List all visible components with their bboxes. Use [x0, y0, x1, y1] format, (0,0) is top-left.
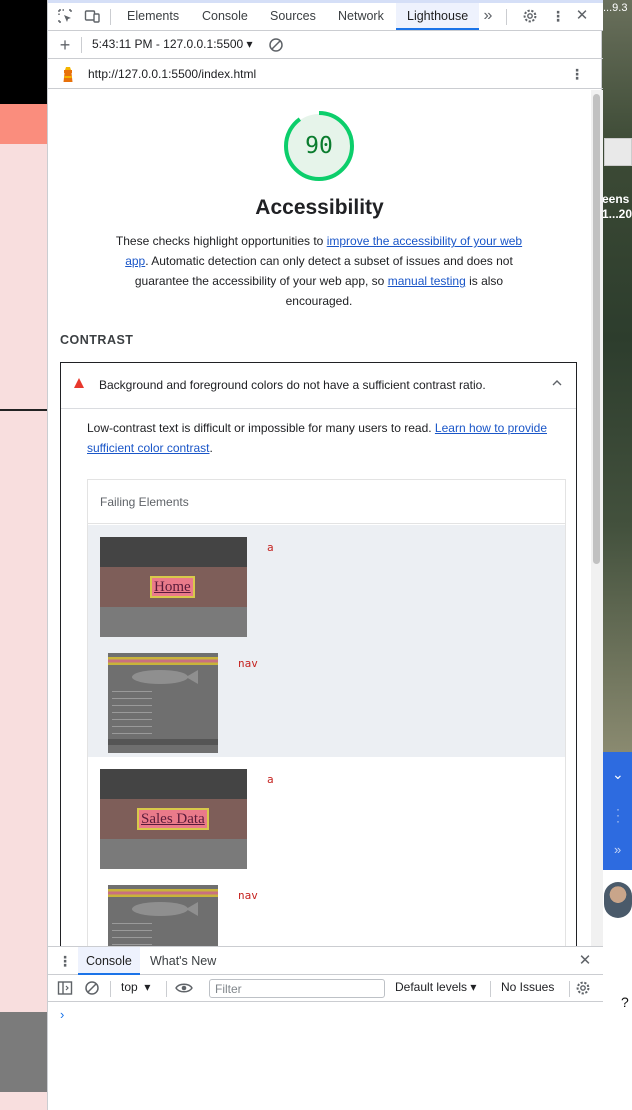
group-title: CONTRAST — [60, 333, 134, 347]
log-levels-dropdown[interactable]: Default levels ▾ — [395, 980, 476, 994]
tab-network[interactable]: Network — [328, 3, 394, 30]
inspect-element-icon[interactable] — [57, 8, 73, 24]
table-header: Failing Elements — [88, 480, 565, 524]
console-drawer: ⋮ Console What's New ✕ top ▾ Filter Defa… — [48, 946, 603, 1110]
nav-screenshot — [108, 885, 218, 946]
category-title: Accessibility — [255, 196, 384, 219]
tab-lighthouse[interactable]: Lighthouse — [396, 3, 480, 30]
settings-gear-icon[interactable] — [522, 8, 538, 24]
audit-header[interactable]: Background and foreground colors do not … — [61, 363, 576, 409]
page-divider — [0, 409, 47, 411]
toolbar-divider — [81, 37, 82, 53]
element-screenshot: Home — [100, 537, 247, 637]
audit-title: Background and foreground colors do not … — [99, 378, 486, 392]
close-devtools-icon[interactable]: ✕ — [574, 8, 590, 24]
node-snippet-nav[interactable]: nav — [238, 889, 258, 902]
background-page-right: ...9.3 eens 1...20 ⌄ · · · » ? — [602, 0, 632, 1110]
node-snippet[interactable]: a — [267, 541, 274, 554]
toolbar-divider — [166, 981, 167, 997]
audit-description: Low-contrast text is difficult or imposs… — [87, 421, 547, 455]
clear-reports-icon[interactable] — [268, 37, 284, 53]
toolbar-divider — [490, 981, 491, 997]
lighthouse-report: 90 Accessibility These checks highlight … — [48, 90, 591, 946]
drawer-tabbar: ⋮ Console What's New ✕ — [48, 947, 603, 975]
avatar[interactable] — [604, 882, 632, 918]
window-thumbnail[interactable] — [604, 138, 632, 166]
lighthouse-toolbar: + 5:43:11 PM - 127.0.0.1:5500 ▾ — [48, 31, 603, 59]
thumb-link-text: Home — [150, 576, 195, 598]
sidebar-toggle-icon[interactable] — [57, 980, 73, 996]
console-prompt[interactable]: › — [60, 1007, 64, 1022]
close-drawer-icon[interactable]: ✕ — [577, 953, 593, 969]
report-menu-icon[interactable]: ⋮ — [569, 66, 585, 82]
score-value: 90 — [305, 133, 333, 159]
tab-whats-new[interactable]: What's New — [142, 947, 224, 975]
report-url-bar: http://127.0.0.1:5500/index.html ⋮ — [48, 59, 603, 89]
lighthouse-icon — [60, 65, 76, 82]
toolbar-divider — [569, 981, 570, 997]
report-url: http://127.0.0.1:5500/index.html — [88, 67, 257, 81]
scrollbar-thumb[interactable] — [593, 94, 600, 564]
live-expression-eye-icon[interactable] — [175, 980, 193, 996]
page-header-block — [0, 0, 47, 104]
failing-elements-table: Failing Elements Home a nav Sales Data a… — [87, 479, 566, 946]
console-filter-input[interactable]: Filter — [209, 979, 385, 998]
chevron-up-icon[interactable] — [551, 377, 563, 389]
page-gray-block — [0, 1012, 47, 1092]
new-report-icon[interactable]: + — [57, 36, 73, 54]
more-options-icon[interactable]: ⋮ — [550, 8, 566, 24]
table-row[interactable]: Home a nav — [88, 525, 565, 757]
context-selector[interactable]: top ▾ — [121, 980, 150, 994]
toolbar-divider — [506, 9, 507, 25]
category-description: These checks highlight opportunities to … — [115, 234, 523, 308]
double-chevron-right-icon[interactable]: » — [614, 842, 621, 857]
console-toolbar: top ▾ Filter Default levels ▾ No Issues — [48, 975, 603, 1002]
chevron-down-icon[interactable]: ⌄ — [612, 766, 624, 783]
window-title-line2: 1...20 — [602, 207, 632, 221]
element-screenshot: Sales Data — [100, 769, 247, 869]
tab-elements[interactable]: Elements — [117, 3, 189, 30]
background-page-left — [0, 0, 47, 1110]
toolbar-divider — [110, 9, 111, 25]
page-salmon-block — [0, 104, 47, 144]
drawer-menu-icon[interactable]: ⋮ — [57, 953, 73, 969]
help-icon[interactable]: ? — [621, 994, 629, 1010]
tab-sources[interactable]: Sources — [260, 3, 326, 30]
report-selector[interactable]: 5:43:11 PM - 127.0.0.1:5500 ▾ — [92, 37, 253, 51]
nav-screenshot — [108, 653, 218, 753]
report-scrollbar[interactable] — [591, 90, 603, 946]
devtools-tabbar: Elements Console Sources Network Lightho… — [48, 3, 603, 31]
desktop-wallpaper — [602, 0, 632, 752]
node-snippet-nav[interactable]: nav — [238, 657, 258, 670]
version-text: ...9.3 — [603, 2, 628, 14]
tab-console[interactable]: Console — [192, 3, 258, 30]
device-toolbar-icon[interactable] — [84, 8, 100, 24]
more-vertical-icon[interactable]: · · · — [616, 803, 620, 827]
toolbar-divider — [110, 981, 111, 997]
node-snippet[interactable]: a — [267, 773, 274, 786]
more-tabs-icon[interactable]: » — [480, 8, 496, 24]
devtools-panel: Elements Console Sources Network Lightho… — [47, 0, 603, 1110]
issues-counter[interactable]: No Issues — [501, 980, 554, 994]
console-settings-gear-icon[interactable] — [575, 980, 591, 996]
contrast-audit: Background and foreground colors do not … — [60, 362, 577, 946]
tab-console-drawer[interactable]: Console — [78, 947, 140, 975]
thumb-link-text: Sales Data — [137, 808, 209, 830]
window-title-line1: eens — [602, 192, 630, 206]
warning-triangle-icon — [74, 378, 84, 388]
table-row[interactable]: Sales Data a nav — [88, 757, 565, 946]
manual-testing-link[interactable]: manual testing — [388, 274, 466, 288]
clear-console-icon[interactable] — [84, 980, 100, 996]
